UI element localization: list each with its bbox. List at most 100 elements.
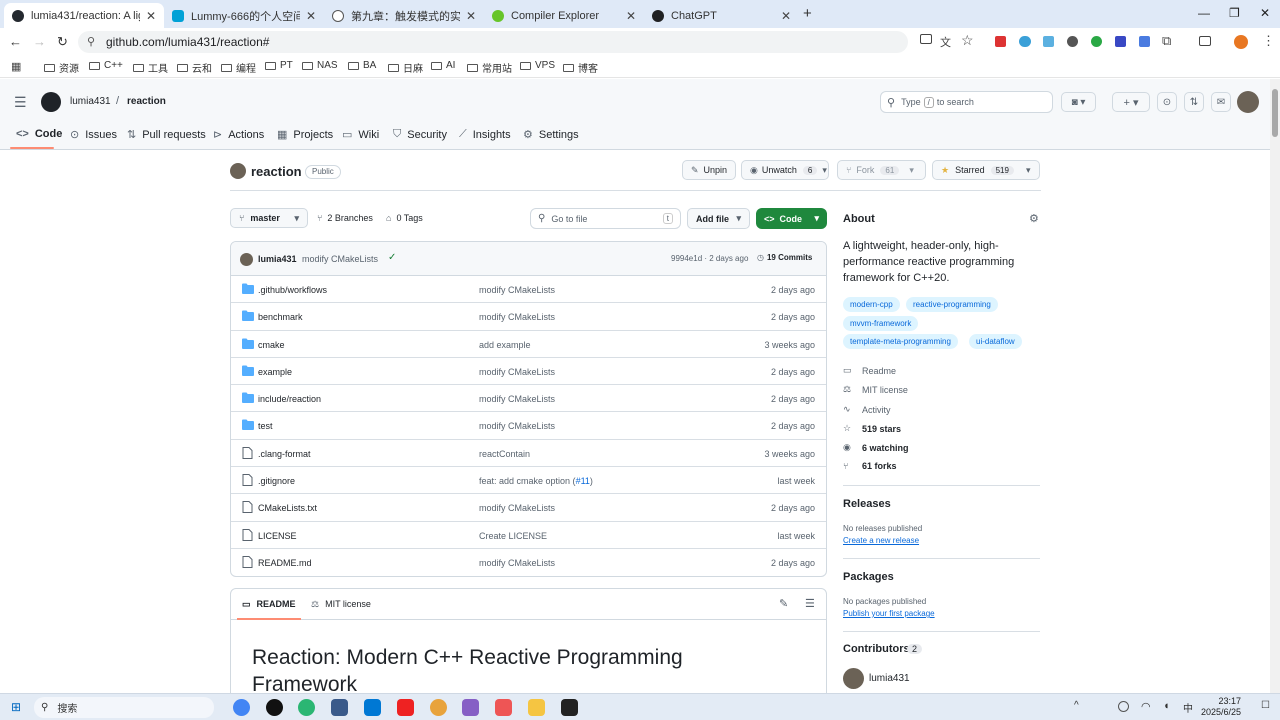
extension-icon[interactable]: [1067, 36, 1078, 47]
bookmark-folder[interactable]: NAS: [302, 60, 338, 71]
bookmark-folder[interactable]: BA: [348, 60, 376, 71]
forks-link[interactable]: ⑂ 61 forks: [843, 461, 897, 471]
add-file-button[interactable]: Add file ▾: [687, 208, 750, 229]
apps-grid-icon[interactable]: ▦: [11, 60, 21, 73]
repo-name[interactable]: reaction: [251, 164, 302, 179]
browser-tab[interactable]: lumia431/reaction: A lightwe ✕: [4, 3, 164, 28]
bookmark-folder[interactable]: 资源: [44, 60, 79, 75]
page-scrollbar[interactable]: [1270, 79, 1280, 693]
chrome-icon[interactable]: [233, 699, 250, 716]
back-icon[interactable]: ←: [9, 34, 22, 49]
topic-tag[interactable]: reactive-programming: [906, 297, 998, 312]
file-row[interactable]: .github/workflows modify CMakeLists 2 days…: [231, 276, 826, 304]
windows-start-icon[interactable]: ⊞: [11, 700, 21, 714]
hamburger-menu-icon[interactable]: ☰: [14, 94, 27, 111]
watching-link[interactable]: ◉ 6 watching: [843, 442, 909, 453]
browser-tab[interactable]: ChatGPT ✕: [644, 3, 799, 28]
commit-author[interactable]: lumia431: [258, 254, 297, 264]
readme-link[interactable]: ▭ Readme: [843, 365, 896, 376]
fork-button[interactable]: ⑂ Fork 61 ▾: [837, 160, 926, 180]
file-row[interactable]: cmake add example 3 weeks ago: [231, 331, 826, 358]
unpin-button[interactable]: ✎ Unpin: [682, 160, 736, 180]
github-logo-icon[interactable]: [41, 92, 61, 112]
pr-link[interactable]: #11: [576, 476, 590, 486]
stars-link[interactable]: ☆ 519 stars: [843, 423, 901, 434]
ime-indicator[interactable]: 中: [1183, 700, 1193, 715]
file-row[interactable]: example modify CMakeLists 2 days ago: [231, 358, 826, 386]
translate-icon[interactable]: 文: [940, 34, 951, 50]
activity-link[interactable]: ∿ Activity: [843, 404, 891, 415]
user-avatar[interactable]: [1237, 91, 1259, 113]
packages-heading[interactable]: Packages: [843, 571, 894, 583]
contributor-name[interactable]: lumia431: [869, 673, 910, 684]
edit-pencil-icon[interactable]: ✎: [779, 597, 788, 610]
breadcrumb-repo[interactable]: reaction: [127, 96, 166, 107]
vscode-icon[interactable]: [364, 699, 381, 716]
file-row[interactable]: benchmark modify CMakeLists 2 days ago: [231, 303, 826, 331]
notification-icon[interactable]: ☐: [1261, 700, 1270, 711]
file-name[interactable]: benchmark: [258, 312, 303, 322]
bookmark-folder[interactable]: 工具: [133, 60, 168, 75]
new-tab-button[interactable]: +: [803, 5, 812, 22]
breadcrumb-owner[interactable]: lumia431: [70, 96, 111, 107]
releases-heading[interactable]: Releases: [843, 498, 891, 510]
bookmark-folder[interactable]: VPS: [520, 60, 555, 71]
file-commit-message[interactable]: reactContain: [479, 449, 530, 459]
wifi-icon[interactable]: ◠: [1141, 700, 1151, 713]
extensions-puzzle-icon[interactable]: ⧉: [1162, 33, 1171, 49]
file-name[interactable]: CMakeLists.txt: [258, 503, 317, 513]
create-release-link[interactable]: Create a new release: [843, 536, 919, 545]
extension-icon[interactable]: [995, 36, 1006, 47]
tab-wiki[interactable]: ▭ Wiki: [342, 128, 379, 142]
file-commit-message[interactable]: modify CMakeLists: [479, 558, 555, 568]
file-commit-message[interactable]: Create LICENSE: [479, 531, 547, 541]
tab-readme[interactable]: ▭ README: [242, 599, 296, 610]
close-tab-icon[interactable]: ✕: [306, 9, 316, 23]
file-name[interactable]: cmake: [258, 340, 285, 350]
app-icon[interactable]: [298, 699, 315, 716]
contributors-heading[interactable]: Contributors: [843, 643, 910, 655]
file-commit-message[interactable]: modify CMakeLists: [479, 503, 555, 513]
tab-actions[interactable]: ⊳ Actions: [213, 128, 264, 142]
reload-icon[interactable]: ↻: [57, 34, 68, 50]
close-tab-icon[interactable]: ✕: [781, 9, 791, 23]
contributor-avatar[interactable]: [843, 668, 864, 689]
browser-tab[interactable]: 第九章：触发模式的实现 | Lum ✕: [324, 3, 484, 28]
tab-code[interactable]: <> Code: [16, 128, 62, 140]
starred-button[interactable]: ★ Starred 519 ▾: [932, 160, 1040, 180]
bookmark-folder[interactable]: PT: [265, 60, 293, 71]
branch-selector[interactable]: ⑂ master ▾: [230, 208, 308, 228]
pull-requests-button[interactable]: ⇅: [1184, 92, 1204, 112]
file-row[interactable]: include/reaction modify CMakeLists 2 days …: [231, 385, 826, 413]
bookmark-star-icon[interactable]: ☆: [961, 32, 974, 49]
tags-link[interactable]: ⌂ 0 Tags: [386, 213, 423, 223]
extension-icon[interactable]: [1139, 36, 1150, 47]
close-window-icon[interactable]: ✕: [1260, 6, 1270, 20]
app-icon[interactable]: [495, 699, 512, 716]
browser-tab[interactable]: Compiler Explorer ✕: [484, 3, 644, 28]
volume-icon[interactable]: ◖: [1163, 700, 1170, 712]
terminal-icon[interactable]: [561, 699, 578, 716]
tab-projects[interactable]: ▦ Projects: [277, 128, 333, 142]
taskbar-search-box[interactable]: ⚲ 搜索: [34, 697, 214, 718]
gear-icon[interactable]: ⚙: [1029, 212, 1039, 225]
file-commit-message[interactable]: modify CMakeLists: [479, 394, 555, 404]
close-tab-icon[interactable]: ✕: [626, 9, 636, 23]
file-name[interactable]: test: [258, 421, 273, 431]
file-row[interactable]: README.md modify CMakeLists 2 days ago: [231, 549, 826, 576]
app-icon[interactable]: [331, 699, 348, 716]
license-link[interactable]: ⚖ MIT license: [843, 384, 908, 395]
create-new-button[interactable]: + ▾: [1112, 92, 1150, 112]
go-to-file-input[interactable]: ⚲ Go to file t: [530, 208, 681, 229]
file-name[interactable]: include/reaction: [258, 394, 321, 404]
file-name[interactable]: LICENSE: [258, 531, 297, 541]
file-row[interactable]: test modify CMakeLists 2 days ago: [231, 412, 826, 440]
bookmark-folder[interactable]: C++: [89, 60, 123, 71]
search-input[interactable]: ⚲ Type / to search: [880, 91, 1053, 113]
commits-link[interactable]: ◷ 19 Commits: [757, 253, 812, 262]
topic-tag[interactable]: template-meta-programming: [843, 334, 958, 349]
bookmark-folder[interactable]: 云和: [177, 60, 212, 75]
commit-message[interactable]: modify CMakeLists: [302, 254, 378, 264]
file-name[interactable]: .gitignore: [258, 476, 295, 486]
extension-icon[interactable]: [1019, 36, 1031, 47]
